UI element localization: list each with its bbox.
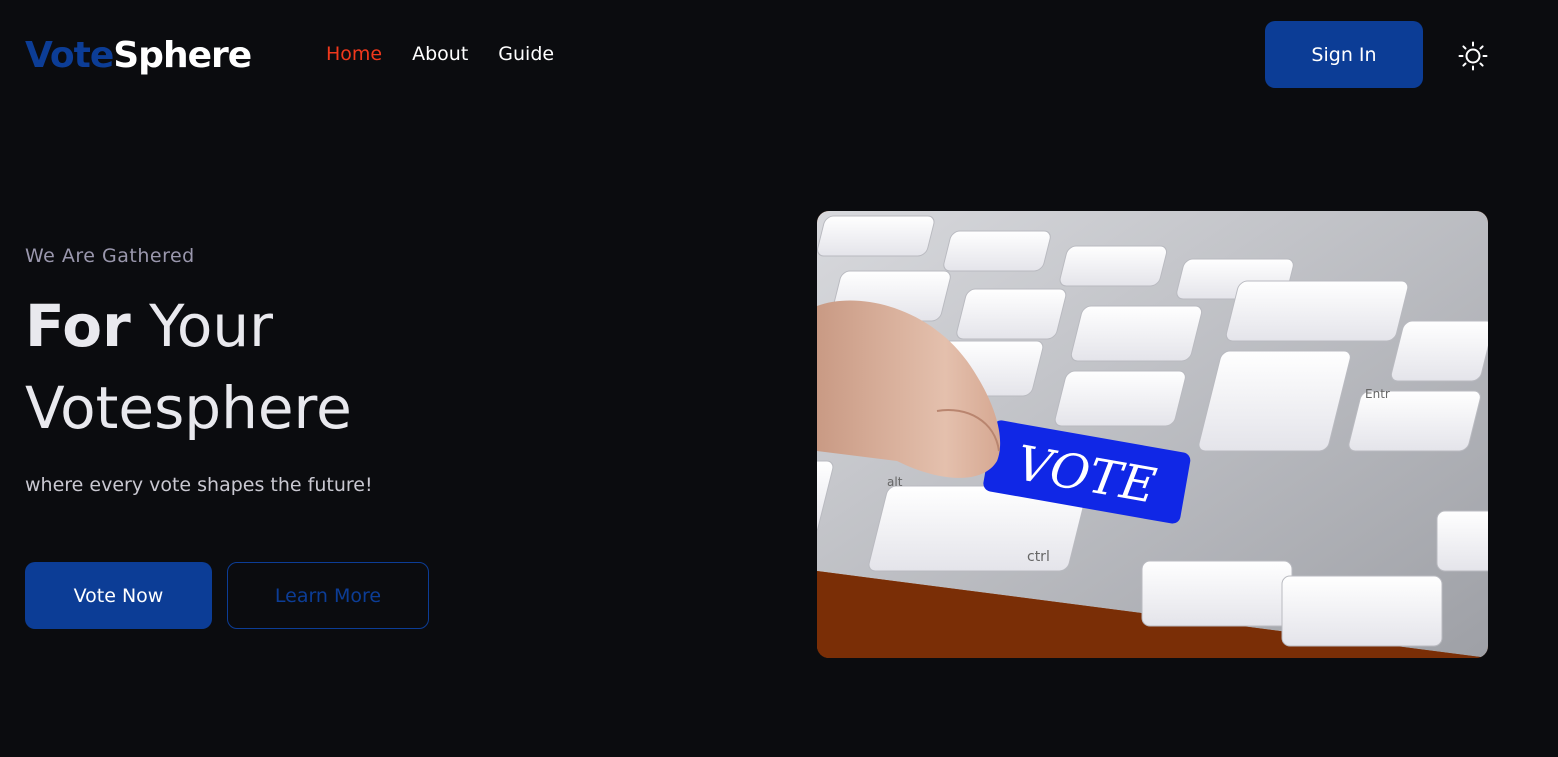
hero-title-rest: Your xyxy=(130,292,273,360)
keyboard-illustration: VOTE alt ctrl Entr xyxy=(817,211,1488,658)
sun-icon xyxy=(1458,41,1488,71)
nav-home-link[interactable]: Home xyxy=(326,40,382,68)
hero-title-line2: Votesphere xyxy=(25,374,352,442)
vote-now-button[interactable]: Vote Now xyxy=(25,562,212,629)
hero-title-bold: For xyxy=(25,292,131,360)
enter-key-label: Entr xyxy=(1365,387,1390,401)
hero-title: For Your Votesphere xyxy=(25,285,352,449)
nav-guide-link[interactable]: Guide xyxy=(498,40,554,68)
ctrl-key-label: ctrl xyxy=(1027,549,1050,565)
theme-toggle-button[interactable] xyxy=(1456,39,1490,73)
hero-eyebrow: We Are Gathered xyxy=(25,245,195,267)
hero-tagline: where every vote shapes the future! xyxy=(25,474,373,496)
brand-logo[interactable]: VoteSphere xyxy=(25,32,252,80)
nav-about-link[interactable]: About xyxy=(412,40,468,68)
main-nav: Home About Guide xyxy=(326,40,554,68)
hero-keyboard-image: VOTE alt ctrl Entr xyxy=(817,211,1488,658)
learn-more-button[interactable]: Learn More xyxy=(227,562,429,629)
brand-logo-part2: Sphere xyxy=(113,35,252,76)
sign-in-button[interactable]: Sign In xyxy=(1265,21,1423,88)
brand-logo-part1: Vote xyxy=(25,35,114,76)
alt-key-label: alt xyxy=(887,475,903,489)
